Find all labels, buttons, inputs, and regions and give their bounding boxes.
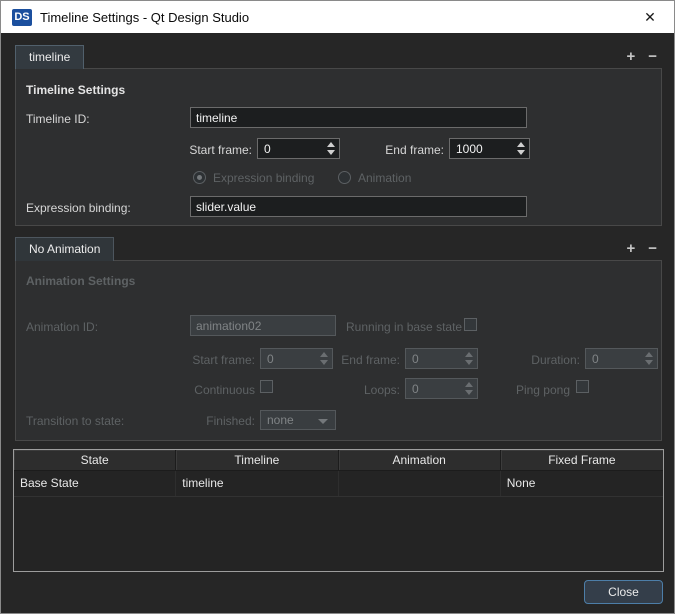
remove-animation-icon[interactable]: − [648,241,657,256]
anim-end-frame-value: 0 [412,351,419,366]
tab-timeline[interactable]: timeline [15,45,85,69]
chevron-down-icon [318,419,328,424]
finished-dropdown: none [260,410,336,430]
timeline-id-input[interactable] [190,107,527,128]
table-cell-animation[interactable] [339,471,501,496]
loops-spinbox: 0 [405,378,478,399]
close-button-label: Close [608,585,639,599]
spin-up-icon [320,352,328,357]
table-header-state: State [14,450,177,470]
loops-value: 0 [412,381,419,396]
start-frame-label: Start frame: [189,143,252,157]
anim-start-frame-spinbox: 0 [260,348,333,369]
finished-label: Finished: [206,414,255,428]
close-icon[interactable]: ✕ [637,4,663,30]
spin-down-icon [320,360,328,365]
spin-up-icon [465,382,473,387]
spin-down-icon [465,360,473,365]
expression-binding-radio[interactable] [193,171,206,184]
end-frame-value: 1000 [456,141,483,156]
spin-up-icon[interactable] [517,142,525,147]
transition-to-state-label: Transition to state: [26,414,125,428]
animation-id-label: Animation ID: [26,320,99,334]
spin-down-icon[interactable] [327,150,335,155]
table-cell-state[interactable]: Base State [14,471,177,496]
remove-timeline-icon[interactable]: − [648,49,657,64]
anim-start-frame-label: Start frame: [192,353,255,367]
end-frame-spinbox[interactable]: 1000 [449,138,530,159]
anim-end-frame-spinbox: 0 [405,348,478,369]
duration-value: 0 [592,351,599,366]
end-frame-label: End frame: [385,143,444,157]
window-title: Timeline Settings - Qt Design Studio [40,9,250,25]
continuous-checkbox [260,380,273,393]
table-header-fixed-frame: Fixed Frame [501,450,663,470]
add-animation-icon[interactable]: + [626,241,635,256]
continuous-label: Continuous [194,383,255,397]
spin-down-icon[interactable] [517,150,525,155]
expression-binding-radio-label: Expression binding [213,171,315,185]
table-cell-timeline[interactable]: timeline [176,471,339,496]
table-header-animation: Animation [339,450,501,470]
running-in-base-state-label: Running in base state [346,320,463,334]
timeline-id-label: Timeline ID: [26,112,90,126]
animation-id-input [190,315,336,336]
table-cell-fixed-frame[interactable]: None [501,471,663,496]
qt-design-studio-logo-icon: DS [12,8,32,26]
loops-label: Loops: [363,383,400,397]
close-button[interactable]: Close [584,580,663,604]
animation-radio[interactable] [338,171,351,184]
tab-no-animation[interactable]: No Animation [15,237,115,261]
table-row[interactable]: Base State timeline None [14,471,663,497]
anim-end-frame-label: End frame: [341,353,400,367]
running-in-base-state-checkbox [464,318,477,331]
duration-spinbox: 0 [585,348,658,369]
table-header-timeline: Timeline [176,450,339,470]
timeline-tab-actions: + − [626,45,657,69]
timeline-settings-dialog: DS Timeline Settings - Qt Design Studio … [0,0,675,614]
start-frame-spinbox[interactable]: 0 [257,138,340,159]
start-frame-value: 0 [264,141,271,156]
spin-up-icon[interactable] [327,142,335,147]
spin-up-icon [465,352,473,357]
timeline-settings-header: Timeline Settings [26,83,126,97]
table-header-row: State Timeline Animation Fixed Frame [14,450,663,471]
animation-settings-panel: Animation Settings Animation ID: Running… [15,260,662,441]
spin-up-icon [645,352,653,357]
timeline-settings-panel: Timeline Settings Timeline ID: Start fra… [15,68,662,226]
animation-radio-label: Animation [358,171,412,185]
anim-start-frame-value: 0 [267,351,274,366]
expression-binding-input[interactable] [190,196,527,217]
ping-pong-checkbox [576,380,589,393]
tab-timeline-label: timeline [29,50,71,64]
spin-down-icon [645,360,653,365]
tab-no-animation-label: No Animation [29,242,101,256]
spin-down-icon [465,390,473,395]
title-bar: DS Timeline Settings - Qt Design Studio … [1,1,674,33]
add-timeline-icon[interactable]: + [626,49,635,64]
expression-binding-field-label: Expression binding: [26,201,131,215]
animation-tab-actions: + − [626,237,657,261]
finished-dropdown-value: none [267,413,294,427]
duration-label: Duration: [531,353,580,367]
animation-settings-header: Animation Settings [26,274,136,288]
state-timeline-table: State Timeline Animation Fixed Frame Bas… [13,449,664,572]
ping-pong-label: Ping pong [515,383,570,397]
